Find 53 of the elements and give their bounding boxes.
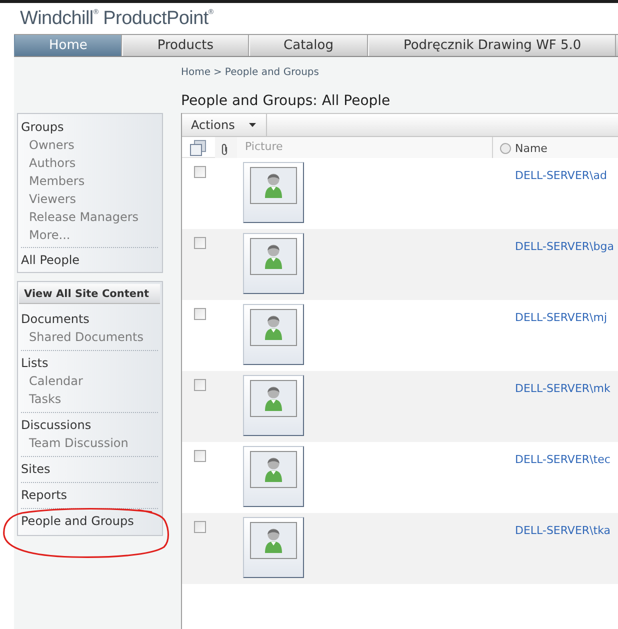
paperclip-icon [221, 143, 228, 156]
nav-link[interactable]: Owners [21, 136, 158, 154]
column-header[interactable]: Name [492, 137, 618, 160]
caret-icon [248, 123, 256, 127]
view-all-site-content-button[interactable]: View All Site Content [19, 284, 160, 304]
nav-heading[interactable]: Discussions [21, 416, 158, 434]
nav-heading[interactable]: All People [21, 251, 158, 269]
nav-link[interactable]: Viewers [21, 190, 158, 208]
nav-link[interactable]: Tasks [21, 390, 158, 408]
nav-link[interactable]: Members [21, 172, 158, 190]
circle-icon [500, 143, 511, 154]
row-checkbox[interactable] [194, 379, 206, 391]
breadcrumb-separator: > [214, 66, 222, 80]
stacked-squares-icon[interactable] [190, 140, 206, 156]
nav-tab[interactable]: Catalog [248, 35, 368, 56]
page-title: People and Groups: All People [181, 92, 392, 110]
user-name-link[interactable]: DELL-SERVER\mj [515, 311, 608, 324]
nav-link[interactable]: Release Managers [21, 208, 158, 226]
person-icon [250, 167, 297, 204]
nav-link[interactable]: Team Discussion [21, 434, 158, 452]
row-checkbox[interactable] [194, 166, 206, 178]
nav-tab[interactable]: Products [122, 35, 249, 56]
nav-tab[interactable]: Podręcznik Drawing WF 5.0 [368, 35, 616, 56]
breadcrumb-link[interactable]: People and Groups [224, 66, 319, 80]
user-name-link[interactable]: DELL-SERVER\tec [515, 453, 610, 466]
product-logo: Windchill$^{®}$ ProductPoint$^{®}$ [20, 8, 214, 30]
person-icon [250, 238, 297, 275]
breadcrumb-link[interactable]: Home [181, 66, 211, 80]
nav-heading[interactable]: Lists [21, 354, 158, 372]
nav-heading[interactable]: Documents [21, 310, 158, 328]
actions-menu[interactable]: Actions [182, 114, 267, 136]
nav-tab[interactable]: Home [14, 35, 122, 56]
row-checkbox[interactable] [194, 450, 206, 462]
nav-link[interactable]: More... [21, 226, 158, 244]
nav-heading[interactable]: Reports [21, 486, 158, 504]
nav-link[interactable]: Calendar [21, 372, 158, 390]
user-name-link[interactable]: DELL-SERVER\mk [515, 382, 610, 395]
nav-heading[interactable]: Sites [21, 460, 158, 478]
person-icon [250, 309, 297, 346]
user-name-link[interactable]: DELL-SERVER\bga [515, 240, 614, 253]
person-icon [250, 522, 297, 559]
user-name-link[interactable]: DELL-SERVER\tka [515, 524, 610, 537]
user-name-link[interactable]: DELL-SERVER\ad [515, 169, 607, 182]
person-icon [250, 380, 297, 417]
nav-heading[interactable]: Groups [21, 118, 158, 136]
column-header: Picture [237, 137, 492, 160]
nav-link[interactable]: Shared Documents [21, 328, 158, 346]
person-icon [250, 451, 297, 488]
row-checkbox[interactable] [194, 308, 206, 320]
row-checkbox[interactable] [194, 237, 206, 249]
nav-link[interactable]: Authors [21, 154, 158, 172]
row-checkbox[interactable] [194, 521, 206, 533]
nav-heading[interactable]: People and Groups [21, 512, 158, 530]
